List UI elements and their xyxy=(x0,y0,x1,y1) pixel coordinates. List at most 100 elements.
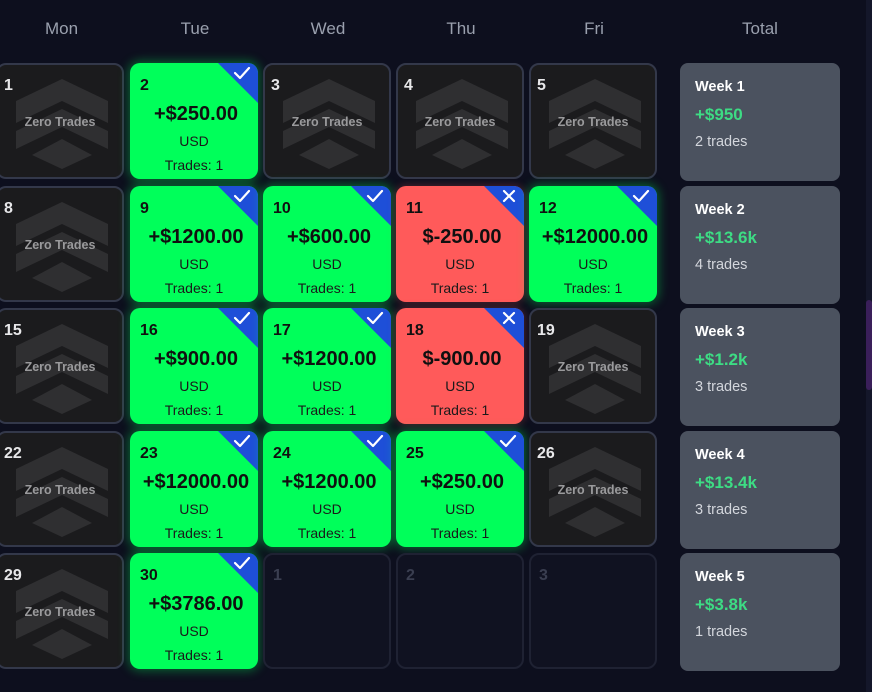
day-number: 8 xyxy=(4,200,13,217)
currency-label: USD xyxy=(312,256,342,272)
zero-trades-label: Zero Trades xyxy=(24,360,96,374)
day-number: 17 xyxy=(273,322,291,339)
currency-label: USD xyxy=(179,133,209,149)
header-mon: Mon xyxy=(44,19,79,38)
x-icon xyxy=(484,186,524,226)
checkmark-icon xyxy=(218,553,258,593)
week-total: +$13.6k xyxy=(695,228,757,247)
trade-count: Trades: 1 xyxy=(430,402,490,418)
day-cell-zero[interactable]: Zero Trades 5 xyxy=(529,63,657,179)
currency-label: USD xyxy=(179,501,209,517)
zero-trades-label: Zero Trades xyxy=(557,360,629,374)
pnl-amount: +$600.00 xyxy=(287,226,371,248)
day-cell-empty: 1 xyxy=(263,553,391,669)
day-cell-win[interactable]: 24 +$1200.00 USD Trades: 1 xyxy=(263,431,391,547)
week-total: +$13.4k xyxy=(695,473,757,492)
currency-label: USD xyxy=(179,623,209,639)
day-number: 4 xyxy=(404,77,413,94)
day-cell-win[interactable]: 30 +$3786.00 USD Trades: 1 xyxy=(130,553,258,669)
header-fri: Fri xyxy=(584,19,604,38)
pnl-amount: $-900.00 xyxy=(422,348,502,370)
day-cell-win[interactable]: 16 +$900.00 USD Trades: 1 xyxy=(130,308,258,424)
trade-count: Trades: 1 xyxy=(164,647,224,663)
day-cell-loss[interactable]: 11 $-250.00 USD Trades: 1 xyxy=(396,186,524,302)
pnl-amount: +$12000.00 xyxy=(142,471,250,493)
checkmark-icon xyxy=(484,431,524,471)
pnl-amount: +$250.00 xyxy=(154,103,238,125)
day-number: 11 xyxy=(406,200,423,217)
checkmark-icon xyxy=(351,186,391,226)
day-cell-zero[interactable]: Zero Trades 26 xyxy=(529,431,657,547)
trade-count: Trades: 1 xyxy=(297,280,357,296)
day-number: 24 xyxy=(273,445,291,462)
day-cell-win[interactable]: 23 +$12000.00 USD Trades: 1 xyxy=(130,431,258,547)
day-number: 25 xyxy=(406,445,424,462)
day-number: 15 xyxy=(4,322,22,339)
zero-trades-label: Zero Trades xyxy=(24,605,96,619)
day-number: 18 xyxy=(406,322,424,339)
day-number: 9 xyxy=(140,200,149,217)
trade-count: Trades: 1 xyxy=(563,280,623,296)
day-number: 10 xyxy=(273,200,291,217)
currency-label: USD xyxy=(179,256,209,272)
trade-count: Trades: 1 xyxy=(297,402,357,418)
week-trade-count: 1 trades xyxy=(695,624,748,640)
day-cell-zero[interactable]: Zero Trades 22 xyxy=(0,431,124,547)
day-number: 23 xyxy=(140,445,158,462)
week-summary-card[interactable]: Week 1 +$950 2 trades xyxy=(680,63,840,181)
checkmark-icon xyxy=(218,431,258,471)
day-cell-win[interactable]: 25 +$250.00 USD Trades: 1 xyxy=(396,431,524,547)
pnl-amount: +$1200.00 xyxy=(281,471,377,493)
checkmark-icon xyxy=(617,186,657,226)
day-cell-empty: 3 xyxy=(529,553,657,669)
currency-label: USD xyxy=(445,378,475,394)
checkmark-icon xyxy=(351,431,391,471)
trade-count: Trades: 1 xyxy=(430,280,490,296)
day-number: 1 xyxy=(273,567,282,584)
x-icon xyxy=(484,308,524,348)
day-number: 16 xyxy=(140,322,158,339)
week-total: +$1.2k xyxy=(695,350,748,369)
pnl-amount: +$250.00 xyxy=(420,471,504,493)
week-title: Week 5 xyxy=(695,569,745,585)
week-title: Week 4 xyxy=(695,447,745,463)
day-cell-zero[interactable]: Zero Trades 1 xyxy=(0,63,124,179)
currency-label: USD xyxy=(578,256,608,272)
zero-trades-label: Zero Trades xyxy=(557,115,629,129)
day-cell-loss[interactable]: 18 $-900.00 USD Trades: 1 xyxy=(396,308,524,424)
day-cell-win[interactable]: 12 +$12000.00 USD Trades: 1 xyxy=(529,186,657,302)
zero-trades-label: Zero Trades xyxy=(24,115,96,129)
day-cell-zero[interactable]: Zero Trades 4 xyxy=(396,63,524,179)
scrollbar-thumb[interactable] xyxy=(866,300,872,390)
currency-label: USD xyxy=(445,256,475,272)
trade-count: Trades: 1 xyxy=(164,525,224,541)
day-cell-win[interactable]: 10 +$600.00 USD Trades: 1 xyxy=(263,186,391,302)
day-cell-zero[interactable]: Zero Trades 15 xyxy=(0,308,124,424)
week-summary-card[interactable]: Week 3 +$1.2k 3 trades xyxy=(680,308,840,426)
day-number: 19 xyxy=(537,322,555,339)
day-number: 30 xyxy=(140,567,158,584)
week-summary-card[interactable]: Week 2 +$13.6k 4 trades xyxy=(680,186,840,304)
week-summary-card[interactable]: Week 5 +$3.8k 1 trades xyxy=(680,553,840,671)
week-summary-card[interactable]: Week 4 +$13.4k 3 trades xyxy=(680,431,840,549)
day-number: 26 xyxy=(537,445,555,462)
day-number: 1 xyxy=(4,77,13,94)
day-cell-zero[interactable]: Zero Trades 29 xyxy=(0,553,124,669)
day-cell-zero[interactable]: Zero Trades 8 xyxy=(0,186,124,302)
day-cell-zero[interactable]: Zero Trades 19 xyxy=(529,308,657,424)
day-number: 2 xyxy=(406,567,415,584)
currency-label: USD xyxy=(312,501,342,517)
pnl-amount: +$12000.00 xyxy=(541,226,649,248)
day-cell-win[interactable]: 17 +$1200.00 USD Trades: 1 xyxy=(263,308,391,424)
day-cell-win[interactable]: 2 +$250.00 USD Trades: 1 xyxy=(130,63,258,179)
day-number: 2 xyxy=(140,77,149,94)
day-cell-zero[interactable]: Zero Trades 3 xyxy=(263,63,391,179)
checkmark-icon xyxy=(218,186,258,226)
zero-trades-label: Zero Trades xyxy=(24,483,96,497)
day-number: 22 xyxy=(4,445,22,462)
week-title: Week 1 xyxy=(695,79,745,95)
trade-count: Trades: 1 xyxy=(164,280,224,296)
week-total: +$3.8k xyxy=(695,595,748,614)
pnl-amount: +$1200.00 xyxy=(281,348,377,370)
day-cell-win[interactable]: 9 +$1200.00 USD Trades: 1 xyxy=(130,186,258,302)
